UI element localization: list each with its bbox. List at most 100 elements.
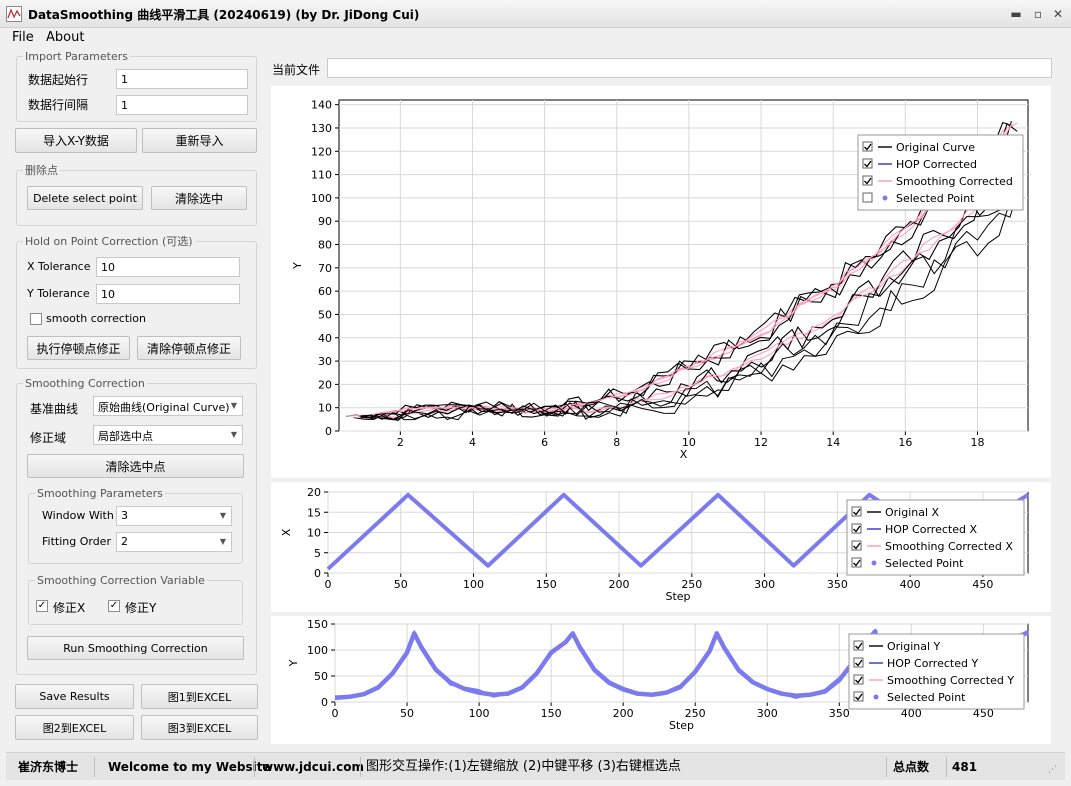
start-row-label: 数据起始行 [28,73,89,87]
chevron-down-icon: ▼ [230,401,237,410]
y-tolerance-label: Y Tolerance [27,287,90,300]
status-separator [886,757,887,777]
status-bar: 崔济东博士 Welcome to my Website www.jdcui.co… [6,752,1065,780]
fix-y-checkbox[interactable]: ✓ [108,600,120,612]
x-tick-label: 0 [325,578,332,591]
y-tick-label: 80 [318,239,332,252]
run-smoothing-button[interactable]: Run Smoothing Correction [27,636,244,660]
x-tick-label: 350 [829,707,850,720]
import-xy-button[interactable]: 导入X-Y数据 [15,128,137,153]
y-tick-label: 130 [311,122,332,135]
legend-checkbox[interactable] [862,192,873,203]
fig1-excel-button[interactable]: 图1到EXCEL [141,684,258,709]
delete-select-point-button[interactable]: Delete select point [27,186,143,210]
close-icon[interactable]: ✕ [1048,4,1068,24]
row-interval-input[interactable] [116,95,248,115]
legend-item: Original Curve [896,141,975,154]
status-author: 崔济东博士 [18,760,79,774]
x-tolerance-input[interactable] [96,257,240,277]
x-tick-label: 100 [463,578,484,591]
legend-item: HOP Corrected X [885,523,977,536]
y-tolerance-input[interactable] [96,284,240,304]
fix-x-checkbox[interactable]: ✓ [36,600,48,612]
total-points-label: 总点数 [893,760,930,774]
x-tick-label: 200 [609,578,630,591]
legend: Original Curve HOP Corrected Smoothing Cor… [857,134,1024,211]
y-step-chart-panel[interactable]: 0 50 100 150 200 250 300 350 400 450 0 50 100 150 Step… [271,616,1051,744]
x-axis-label: Step [665,590,690,603]
y-axis-label: X [280,528,293,536]
chevron-down-icon: ▼ [219,511,226,520]
row-interval-label: 数据行间隔 [28,98,89,112]
current-file-input[interactable] [327,58,1052,78]
x-tick-label: 50 [394,578,408,591]
y-tick-label: 0 [321,696,328,709]
x-axis-label: X [680,448,688,461]
clear-hop-button[interactable]: 清除停顿点修正 [137,336,241,360]
y-tick-label: 0 [325,425,332,438]
minimize-icon[interactable]: ▬ [1006,4,1026,24]
x-tick-label: 2 [397,436,404,449]
y-tick-label: 50 [314,670,328,683]
status-separator [946,757,947,777]
main-chart-panel[interactable]: 2 4 6 8 10 12 14 16 18 0 10 20 30 40 50 60 70 80 90 100 110 1… [271,86,1051,478]
base-curve-value: 原始曲线(Original Curve) [98,401,230,414]
start-row-input[interactable] [116,69,248,89]
y-tick-label: 120 [311,145,332,158]
y-tick-label: 10 [307,527,321,540]
y-tick-label: 70 [318,262,332,275]
x-step-chart[interactable]: 0 50 100 150 200 250 300 350 400 45005101520StepX… [271,482,1051,612]
xy-chart[interactable]: 2 4 6 8 10 12 14 16 1801020304050607080901001101… [271,86,1051,478]
run-hop-button[interactable]: 执行停顿点修正 [27,336,130,360]
x-tick-label: 150 [541,707,562,720]
chevron-down-icon: ▼ [230,430,237,439]
legend-swatch [882,195,888,201]
reimport-button[interactable]: 重新导入 [142,128,257,153]
hop-correction-legend: Hold on Point Correction (可选) [25,235,193,248]
legend-item: Selected Point [896,192,975,205]
clear-selected-points-button[interactable]: 清除选中点 [27,454,244,478]
menu-bar: File About [0,28,1071,48]
menu-file[interactable]: File [12,30,34,45]
base-curve-label: 基准曲线 [30,402,79,416]
correction-variable-legend: Smoothing Correction Variable [37,574,205,587]
resize-grip-icon[interactable]: ⋰ [1048,765,1057,775]
y-tick-label: 50 [318,308,332,321]
app-icon [6,6,22,22]
x-tick-label: 300 [757,707,778,720]
x-tick-label: 300 [754,578,775,591]
x-tick-label: 4 [469,436,476,449]
x-tick-label: 100 [469,707,490,720]
y-tick-label: 150 [307,618,328,631]
fix-y-label: 修正Y [125,601,157,615]
y-tick-label: 100 [307,644,328,657]
y-tick-label: 0 [314,567,321,580]
base-curve-select[interactable]: 原始曲线(Original Curve) ▼ [93,396,243,416]
x-tick-label: 350 [827,578,848,591]
y-step-chart[interactable]: 0 50 100 150 200 250 300 350 400 450050100150Step… [271,616,1051,744]
y-tick-label: 100 [311,192,332,205]
delete-points-legend: 删除点 [25,164,58,177]
smooth-correction-label: smooth correction [46,312,146,325]
window-width-select[interactable]: 3 ▼ [116,506,232,526]
status-website-link[interactable]: www.jdcui.com [262,753,364,781]
x-step-chart-panel[interactable]: 0 50 100 150 200 250 300 350 400 450 0 5 10 15 20 Step X… [271,482,1051,612]
fitting-order-select[interactable]: 2 ▼ [116,532,232,552]
save-results-button[interactable]: Save Results [15,684,134,709]
legend-item: Selected Point [887,691,966,704]
x-tick-label: 12 [754,436,768,449]
x-tick-label: 0 [332,707,339,720]
clear-selection-button[interactable]: 清除选中 [151,186,247,210]
fix-x-label: 修正X [53,601,86,615]
fig2-excel-button[interactable]: 图2到EXCEL [15,715,134,740]
maximize-icon[interactable]: ▫ [1028,4,1048,24]
correction-domain-select[interactable]: 局部选中点 ▼ [93,425,243,445]
smoothing-correction-legend: Smoothing Correction [25,377,145,390]
menu-about[interactable]: About [46,30,84,45]
x-tick-label: 6 [541,436,548,449]
fig3-excel-button[interactable]: 图3到EXCEL [141,715,258,740]
x-tick-label: 50 [400,707,414,720]
legend-item: Selected Point [885,557,964,570]
x-tick-label: 200 [613,707,634,720]
smooth-correction-checkbox[interactable] [30,313,42,325]
